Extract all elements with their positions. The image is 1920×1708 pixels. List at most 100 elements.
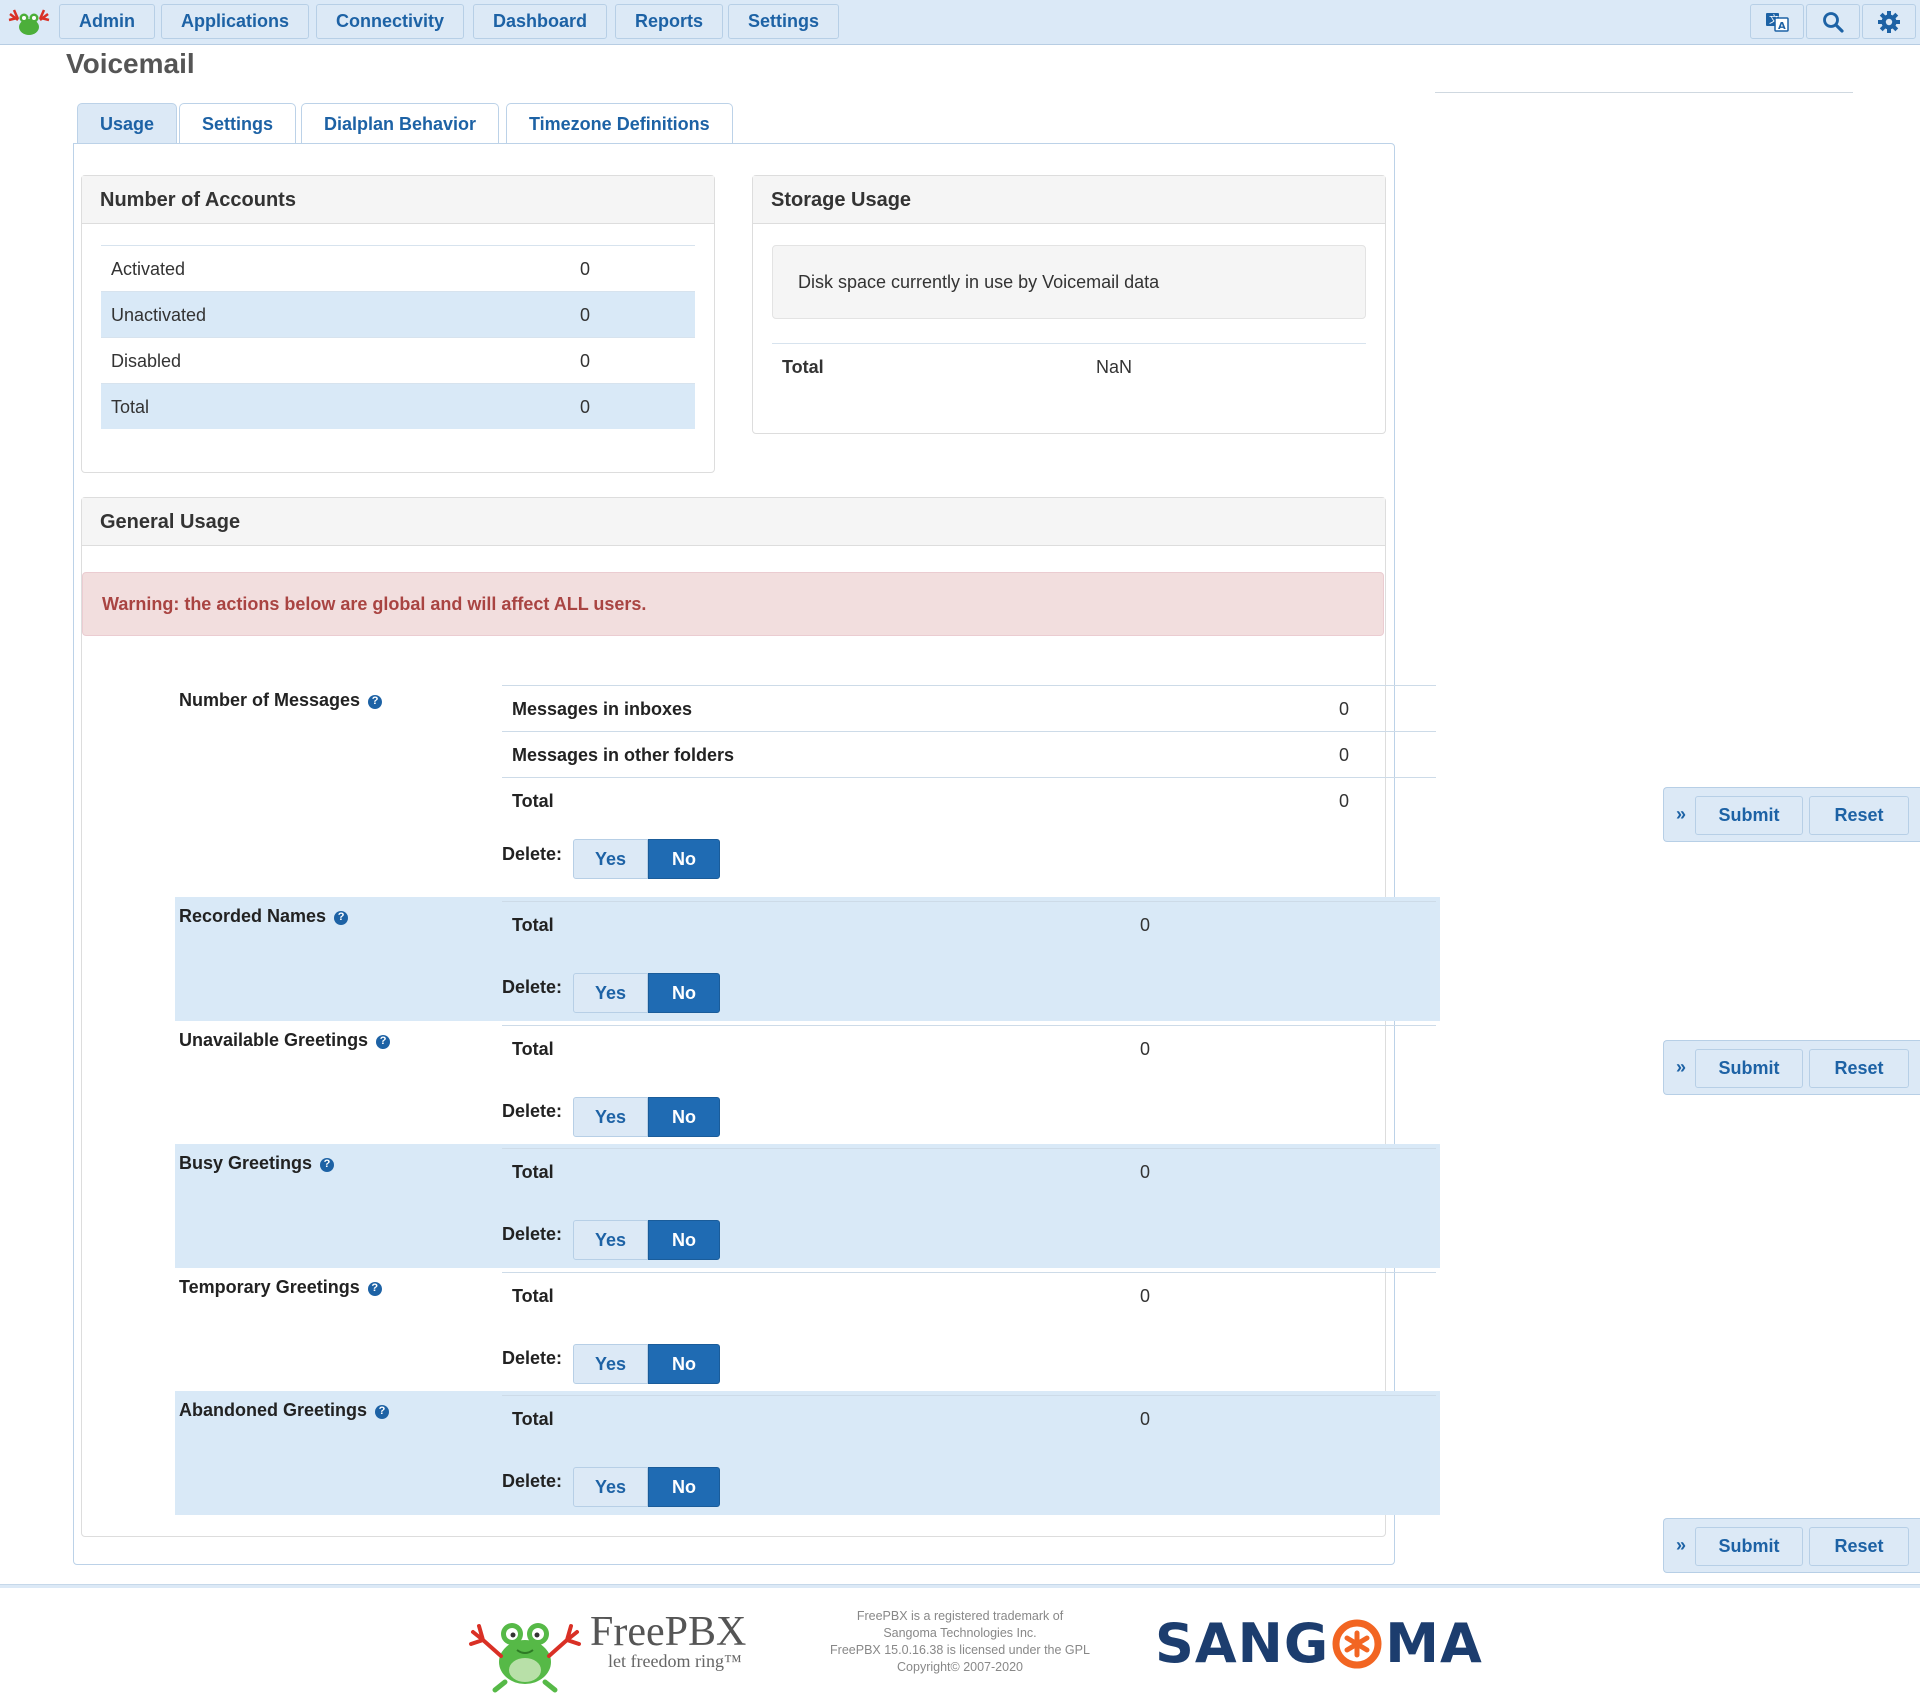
general-usage-heading: General Usage: [82, 498, 1385, 546]
storage-heading: Storage Usage: [753, 176, 1385, 224]
accounts-heading: Number of Accounts: [82, 176, 714, 224]
submit-button[interactable]: Submit: [1695, 796, 1803, 835]
language-button[interactable]: 文 A: [1750, 4, 1804, 39]
abandoned-greetings-section: Abandoned Greetings ? Total 0 Delete: Ye…: [175, 1391, 1440, 1515]
table-row: Total 0: [502, 1148, 1436, 1194]
storage-total-value: NaN: [1096, 357, 1133, 377]
delete-yes-button[interactable]: Yes: [573, 839, 648, 879]
help-icon[interactable]: ?: [320, 1157, 335, 1172]
table-row: Activated 0: [101, 245, 695, 291]
reset-button[interactable]: Reset: [1809, 1527, 1909, 1566]
delete-yes-button[interactable]: Yes: [573, 973, 648, 1013]
tab-timezone-definitions[interactable]: Timezone Definitions: [506, 103, 733, 144]
delete-no-button[interactable]: No: [648, 1097, 720, 1137]
gear-icon: [1878, 10, 1900, 33]
row-label: Total: [512, 915, 554, 935]
nav-dashboard[interactable]: Dashboard: [473, 4, 608, 39]
expand-action-bar-icon[interactable]: »: [1672, 1041, 1690, 1094]
delete-label: Delete:: [502, 1224, 563, 1244]
row-label: Disabled: [111, 351, 182, 371]
tab-settings[interactable]: Settings: [179, 103, 297, 144]
nav-admin[interactable]: Admin: [59, 4, 155, 39]
nav-applications[interactable]: Applications: [161, 4, 310, 39]
messages-label-group: Number of Messages ?: [179, 690, 383, 711]
accounts-panel: Number of Accounts Activated 0 Unactivat…: [81, 175, 715, 473]
usage-tab-pane: Number of Accounts Activated 0 Unactivat…: [73, 143, 1440, 1565]
sangoma-o-icon: [1332, 1619, 1382, 1668]
nav-settings[interactable]: Settings: [728, 4, 840, 39]
delete-yes-button[interactable]: Yes: [573, 1220, 648, 1260]
row-value: 0: [1140, 915, 1151, 935]
storage-panel: Storage Usage Disk space currently in us…: [752, 175, 1386, 434]
delete-no-button[interactable]: No: [648, 1467, 720, 1507]
expand-action-bar-icon[interactable]: »: [1672, 788, 1690, 841]
delete-no-button[interactable]: No: [648, 1220, 720, 1260]
table-row: Total 0: [502, 1272, 1436, 1318]
freepbx-brand: FreePBX: [590, 1609, 747, 1655]
delete-label: Delete:: [502, 977, 563, 997]
settings-button[interactable]: [1862, 4, 1916, 39]
row-label: Unactivated: [111, 305, 207, 325]
delete-no-button[interactable]: No: [648, 973, 720, 1013]
help-icon[interactable]: ?: [368, 694, 383, 709]
language-icon: 文 A: [1766, 12, 1789, 32]
row-value: 0: [580, 351, 591, 371]
delete-label: Delete:: [502, 1101, 563, 1121]
delete-yes-button[interactable]: Yes: [573, 1097, 648, 1137]
row-label: Total: [512, 1162, 554, 1182]
legal-line: FreePBX 15.0.16.38 is licensed under the…: [830, 1643, 1090, 1657]
nav-connectivity[interactable]: Connectivity: [316, 4, 465, 39]
tab-usage[interactable]: Usage: [77, 103, 178, 145]
table-row: Total 0: [502, 1025, 1436, 1071]
delete-yes-button[interactable]: Yes: [573, 1344, 648, 1384]
page-title: Voicemail: [66, 48, 195, 79]
table-row: Total 0: [502, 1395, 1436, 1441]
search-icon: [1823, 11, 1844, 33]
busy-greetings-label-group: Busy Greetings ?: [179, 1153, 335, 1174]
row-label: Total: [512, 1039, 554, 1059]
help-icon[interactable]: ?: [376, 1034, 391, 1049]
table-row: Total 0: [502, 777, 1436, 823]
action-bar: » Submit Reset: [1663, 787, 1920, 842]
recorded-names-section: Recorded Names ? Total 0 Delete: Yes No: [175, 897, 1440, 1021]
table-row: Unactivated 0: [101, 291, 695, 337]
expand-action-bar-icon[interactable]: »: [1672, 1519, 1690, 1572]
tab-dialplan-behavior[interactable]: Dialplan Behavior: [301, 103, 500, 144]
sangoma-logo[interactable]: SANG MA: [1155, 1612, 1483, 1675]
submit-button[interactable]: Submit: [1695, 1527, 1803, 1566]
busy-greetings-section: Busy Greetings ? Total 0 Delete: Yes No: [175, 1144, 1440, 1268]
legal-line: Copyright© 2007-2020: [897, 1660, 1023, 1674]
row-label: Total: [111, 397, 150, 417]
table-row: Messages in inboxes 0: [502, 685, 1436, 731]
delete-yes-button[interactable]: Yes: [573, 1467, 648, 1507]
legal-line: Sangoma Technologies Inc.: [883, 1626, 1037, 1640]
help-icon[interactable]: ?: [367, 1281, 382, 1296]
freepbx-frog-logo[interactable]: [6, 6, 52, 40]
reset-button[interactable]: Reset: [1809, 1049, 1909, 1088]
delete-no-button[interactable]: No: [648, 839, 720, 879]
table-row: Disabled 0: [101, 337, 695, 383]
row-value: 0: [1339, 699, 1350, 719]
delete-no-button[interactable]: No: [648, 1344, 720, 1384]
help-icon[interactable]: ?: [334, 910, 349, 925]
row-value: 0: [1140, 1162, 1151, 1182]
reset-button[interactable]: Reset: [1809, 796, 1909, 835]
freepbx-frog-logo[interactable]: [465, 1604, 585, 1694]
storage-description: Disk space currently in use by Voicemail…: [772, 245, 1366, 319]
sidebar-divider: [1435, 92, 1853, 93]
top-navbar: Admin Applications Connectivity Dashboar…: [0, 0, 1920, 45]
delete-busy-greetings-toggle: Yes No: [573, 1220, 720, 1260]
delete-recorded-names-toggle: Yes No: [573, 973, 720, 1013]
nav-reports[interactable]: Reports: [615, 4, 724, 39]
delete-temporary-greetings-toggle: Yes No: [573, 1344, 720, 1384]
help-icon[interactable]: ?: [375, 1404, 390, 1419]
submit-button[interactable]: Submit: [1695, 1049, 1803, 1088]
row-value: 0: [1140, 1409, 1151, 1429]
action-bar: » Submit Reset: [1663, 1040, 1920, 1095]
abandoned-greetings-label-group: Abandoned Greetings ?: [179, 1400, 390, 1421]
row-label: Activated: [111, 259, 186, 279]
search-button[interactable]: [1806, 4, 1860, 39]
sangoma-logo-right: MA: [1385, 1612, 1483, 1675]
row-value: 0: [1339, 791, 1350, 811]
table-row: Messages in other folders 0: [502, 731, 1436, 777]
